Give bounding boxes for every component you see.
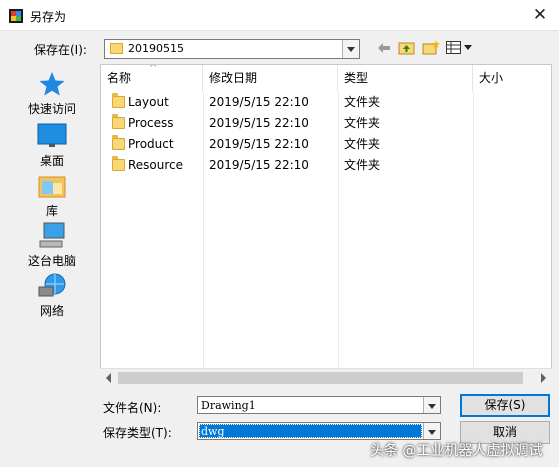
file-modified: 2019/5/15 22:10 — [209, 158, 309, 172]
selection-highlight — [199, 424, 422, 438]
file-modified: 2019/5/15 22:10 — [209, 137, 309, 151]
folder-icon — [112, 93, 125, 108]
new-folder-icon[interactable] — [422, 40, 440, 55]
column-header-size[interactable]: 大小 — [473, 65, 551, 91]
close-icon: ✕ — [532, 5, 548, 25]
filetype-value: dwg — [201, 425, 225, 438]
list-item[interactable]: Layout 2019/5/15 22:10 文件夹 — [101, 92, 551, 113]
column-header-name[interactable]: 名称 ^ — [101, 65, 203, 91]
place-this-pc[interactable]: 这台电脑 — [18, 222, 86, 269]
save-in-dropdown[interactable]: 20190515 — [104, 39, 360, 59]
scroll-right-icon[interactable] — [541, 373, 546, 383]
filename-label: 文件名(N): — [103, 401, 162, 415]
chevron-down-icon[interactable] — [423, 397, 440, 413]
file-type: 文件夹 — [344, 158, 381, 172]
file-name: Product — [128, 137, 174, 151]
column-header-modified[interactable]: 修改日期 — [203, 65, 338, 91]
places-bar: 快速访问 桌面 库 这台电脑 网络 — [18, 64, 86, 328]
folder-icon — [112, 135, 125, 150]
back-arrow-icon[interactable] — [377, 42, 391, 54]
filename-input[interactable]: Drawing1 — [197, 396, 441, 414]
title-bar: 另存为 ✕ — [0, 0, 559, 31]
filename-value: Drawing1 — [201, 399, 256, 412]
close-button[interactable]: ✕ — [521, 0, 559, 31]
file-name: Layout — [128, 95, 169, 109]
list-item[interactable]: Product 2019/5/15 22:10 文件夹 — [101, 134, 551, 155]
scroll-left-icon[interactable] — [106, 373, 111, 383]
list-item[interactable]: Process 2019/5/15 22:10 文件夹 — [101, 113, 551, 134]
star-icon — [39, 72, 65, 96]
watermark: 头条 @工业机器人虚拟调试 — [370, 443, 543, 459]
file-name: Resource — [128, 158, 184, 172]
computer-icon — [39, 222, 65, 248]
window-title: 另存为 — [30, 10, 67, 24]
place-desktop[interactable]: 桌面 — [18, 122, 86, 169]
sort-ascending-icon: ^ — [149, 64, 158, 74]
library-icon — [38, 176, 66, 198]
chevron-down-icon[interactable] — [342, 40, 359, 58]
file-modified: 2019/5/15 22:10 — [209, 95, 309, 109]
place-library[interactable]: 库 — [18, 172, 86, 219]
file-type: 文件夹 — [344, 116, 381, 130]
filetype-dropdown[interactable]: dwg — [197, 422, 441, 440]
file-modified: 2019/5/15 22:10 — [209, 116, 309, 130]
place-label: 这台电脑 — [27, 254, 76, 268]
view-menu-icon[interactable] — [446, 41, 474, 54]
up-folder-icon[interactable] — [398, 40, 415, 55]
save-in-label: 保存在(I): — [34, 43, 87, 57]
folder-icon — [112, 156, 125, 171]
folder-icon — [110, 43, 123, 54]
filetype-label: 保存类型(T): — [103, 426, 172, 440]
place-label: 快速访问 — [27, 102, 76, 116]
folder-icon — [112, 114, 125, 129]
save-button[interactable]: 保存(S) — [460, 394, 550, 417]
horizontal-scrollbar[interactable] — [100, 368, 552, 386]
column-header-type[interactable]: 类型 — [338, 65, 473, 91]
place-label: 桌面 — [39, 154, 64, 168]
network-icon — [38, 273, 66, 297]
chevron-down-icon[interactable] — [423, 423, 440, 439]
place-label: 网络 — [39, 304, 64, 318]
place-quick-access[interactable]: 快速访问 — [18, 70, 86, 117]
file-list[interactable]: 名称 ^ 修改日期 类型 大小 Layout 2019/5/15 22:10 文… — [100, 64, 552, 386]
desktop-icon — [37, 123, 67, 147]
list-item[interactable]: Resource 2019/5/15 22:10 文件夹 — [101, 155, 551, 176]
place-label: 库 — [45, 204, 58, 218]
file-type: 文件夹 — [344, 137, 381, 151]
place-network[interactable]: 网络 — [18, 272, 86, 319]
save-in-value: 20190515 — [128, 42, 184, 55]
file-type: 文件夹 — [344, 95, 381, 109]
scrollbar-thumb[interactable] — [118, 372, 523, 384]
app-icon — [9, 9, 23, 23]
file-name: Process — [128, 116, 174, 130]
